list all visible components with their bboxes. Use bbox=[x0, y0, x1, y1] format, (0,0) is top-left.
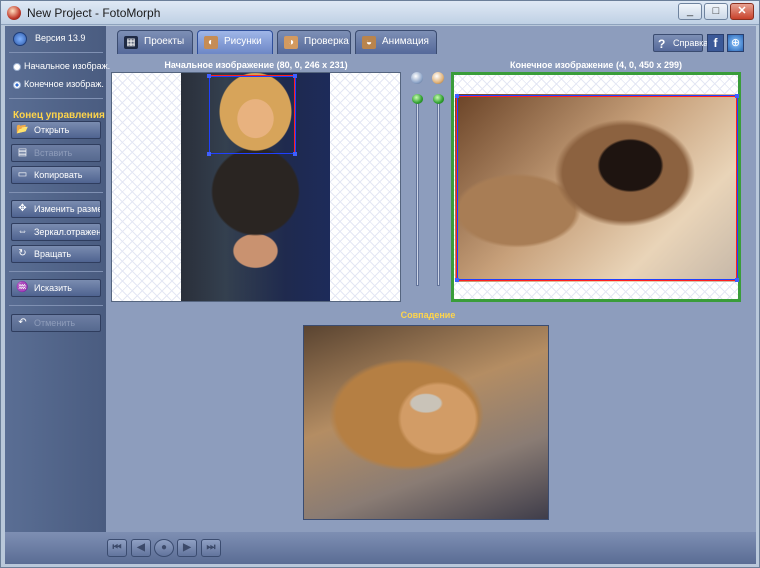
radio-label: Конечное изображ. bbox=[24, 79, 104, 89]
resize-icon: ✥ bbox=[18, 203, 27, 214]
preview-icon: ◑ bbox=[284, 36, 298, 49]
button-label: Копировать bbox=[34, 170, 83, 180]
paste-icon: ▤ bbox=[17, 147, 28, 158]
source-caption: Начальное изображение (80, 0, 246 x 231) bbox=[164, 60, 348, 70]
selection-handle[interactable] bbox=[735, 94, 739, 98]
paste-button[interactable]: ▤ Вставить bbox=[11, 144, 101, 162]
radio-button-icon[interactable] bbox=[13, 62, 21, 71]
facebook-button[interactable]: f bbox=[707, 34, 724, 52]
copy-icon: ▭ bbox=[17, 169, 28, 180]
last-frame-button[interactable]: ⏭ bbox=[201, 539, 221, 557]
target-zoom-slider[interactable] bbox=[428, 72, 450, 317]
grid-icon: ▦ bbox=[124, 36, 138, 49]
close-button[interactable]: ✕ bbox=[730, 3, 754, 20]
button-label: Вращать bbox=[34, 249, 72, 259]
rotate-button[interactable]: ↻ Вращать bbox=[11, 245, 101, 263]
button-label: Изменить размер bbox=[34, 204, 101, 214]
button-label: Исказить bbox=[34, 283, 72, 293]
help-button[interactable]: ? Справка bbox=[653, 34, 708, 52]
radio-button-checked-icon[interactable] bbox=[13, 80, 21, 89]
maximize-button[interactable]: □ bbox=[704, 3, 728, 20]
tab-projects[interactable]: ▦ Проекты bbox=[117, 30, 193, 54]
minimize-button[interactable]: _ bbox=[678, 3, 702, 20]
play-button[interactable]: ● bbox=[154, 539, 174, 557]
morph-result-image bbox=[303, 325, 549, 520]
section-title: Конец управления bbox=[13, 110, 105, 121]
app-logo-icon bbox=[7, 6, 21, 20]
distort-button[interactable]: ♒ Исказить bbox=[11, 279, 101, 297]
selection-handle[interactable] bbox=[735, 278, 739, 282]
help-icon: ? bbox=[658, 37, 666, 51]
tab-label: Проверка bbox=[304, 36, 349, 47]
distort-icon: ♒ bbox=[16, 282, 29, 293]
zoom-icon bbox=[432, 72, 444, 84]
selection-handle[interactable] bbox=[455, 94, 459, 98]
button-label: Открыть bbox=[34, 125, 70, 135]
divider bbox=[9, 192, 103, 193]
app-window: New Project - FotoMorph _ □ ✕ Версия 13.… bbox=[0, 0, 760, 568]
radio-label: Начальное изображ. bbox=[24, 61, 111, 71]
button-label: Вставить bbox=[34, 148, 73, 158]
button-label: Отменить bbox=[34, 318, 76, 328]
pictures-icon: ◐ bbox=[204, 36, 218, 49]
selection-handle[interactable] bbox=[207, 152, 211, 156]
target-caption: Конечное изображение (4, 0, 450 x 299) bbox=[509, 60, 682, 70]
button-label: Зеркал.отражение bbox=[34, 227, 101, 237]
previous-frame-button[interactable]: ◀ bbox=[131, 539, 151, 557]
version-logo-icon bbox=[13, 32, 27, 46]
tab-animation[interactable]: ◒ Анимация bbox=[355, 30, 437, 54]
divider bbox=[9, 305, 103, 306]
selection-handle[interactable] bbox=[455, 278, 459, 282]
result-caption: Совпадение bbox=[400, 310, 456, 320]
next-frame-button[interactable]: ▶ bbox=[177, 539, 197, 557]
undo-button[interactable]: ↶ Отменить bbox=[11, 314, 101, 332]
undo-icon: ↶ bbox=[18, 317, 27, 328]
divider bbox=[9, 52, 103, 53]
selection-handle[interactable] bbox=[293, 152, 297, 156]
mirror-button[interactable]: ⇔ Зеркал.отражение bbox=[11, 223, 101, 241]
radio-target-image[interactable]: Конечное изображ. bbox=[13, 79, 104, 89]
website-button[interactable]: ⊕ bbox=[727, 34, 744, 52]
selection-handle[interactable] bbox=[207, 74, 211, 78]
selection-handle[interactable] bbox=[293, 74, 297, 78]
slider-track[interactable] bbox=[437, 100, 440, 286]
rotate-icon: ↻ bbox=[18, 248, 27, 259]
tab-label: Проекты bbox=[144, 36, 185, 47]
slider-thumb[interactable] bbox=[412, 94, 423, 104]
title-bar[interactable]: New Project - FotoMorph _ □ ✕ bbox=[1, 1, 759, 25]
target-selection-blue[interactable] bbox=[457, 95, 738, 280]
slider-thumb[interactable] bbox=[433, 94, 444, 104]
source-image-panel[interactable] bbox=[111, 72, 401, 302]
window-title: New Project - FotoMorph bbox=[27, 6, 161, 20]
divider bbox=[9, 98, 103, 99]
mirror-icon: ⇔ bbox=[17, 226, 28, 237]
tab-label: Рисунки bbox=[224, 36, 262, 47]
tab-preview[interactable]: ◑ Проверка bbox=[277, 30, 351, 54]
help-label: Справка bbox=[673, 38, 709, 48]
open-button[interactable]: 📂 Открыть bbox=[11, 121, 101, 139]
resize-button[interactable]: ✥ Изменить размер bbox=[11, 200, 101, 218]
source-selection-blue[interactable] bbox=[209, 76, 296, 154]
source-zoom-slider[interactable] bbox=[407, 72, 429, 317]
copy-button[interactable]: ▭ Копировать bbox=[11, 166, 101, 184]
divider bbox=[9, 271, 103, 272]
zoom-icon bbox=[411, 72, 423, 84]
version-label: Версия 13.9 bbox=[35, 33, 86, 43]
client-area: Версия 13.9 Начальное изображ. Конечное … bbox=[5, 26, 756, 564]
target-image-panel[interactable] bbox=[451, 72, 741, 302]
tab-label: Анимация bbox=[382, 36, 429, 47]
radio-source-image[interactable]: Начальное изображ. bbox=[13, 61, 110, 71]
playback-bar: ⏮ ◀ ● ▶ ⏭ bbox=[5, 532, 756, 564]
first-frame-button[interactable]: ⏮ bbox=[107, 539, 127, 557]
tab-pictures[interactable]: ◐ Рисунки bbox=[197, 30, 273, 54]
folder-icon: 📂 bbox=[16, 124, 29, 135]
animation-icon: ◒ bbox=[362, 36, 376, 49]
slider-track[interactable] bbox=[416, 100, 419, 286]
sidebar: Версия 13.9 Начальное изображ. Конечное … bbox=[5, 26, 110, 532]
